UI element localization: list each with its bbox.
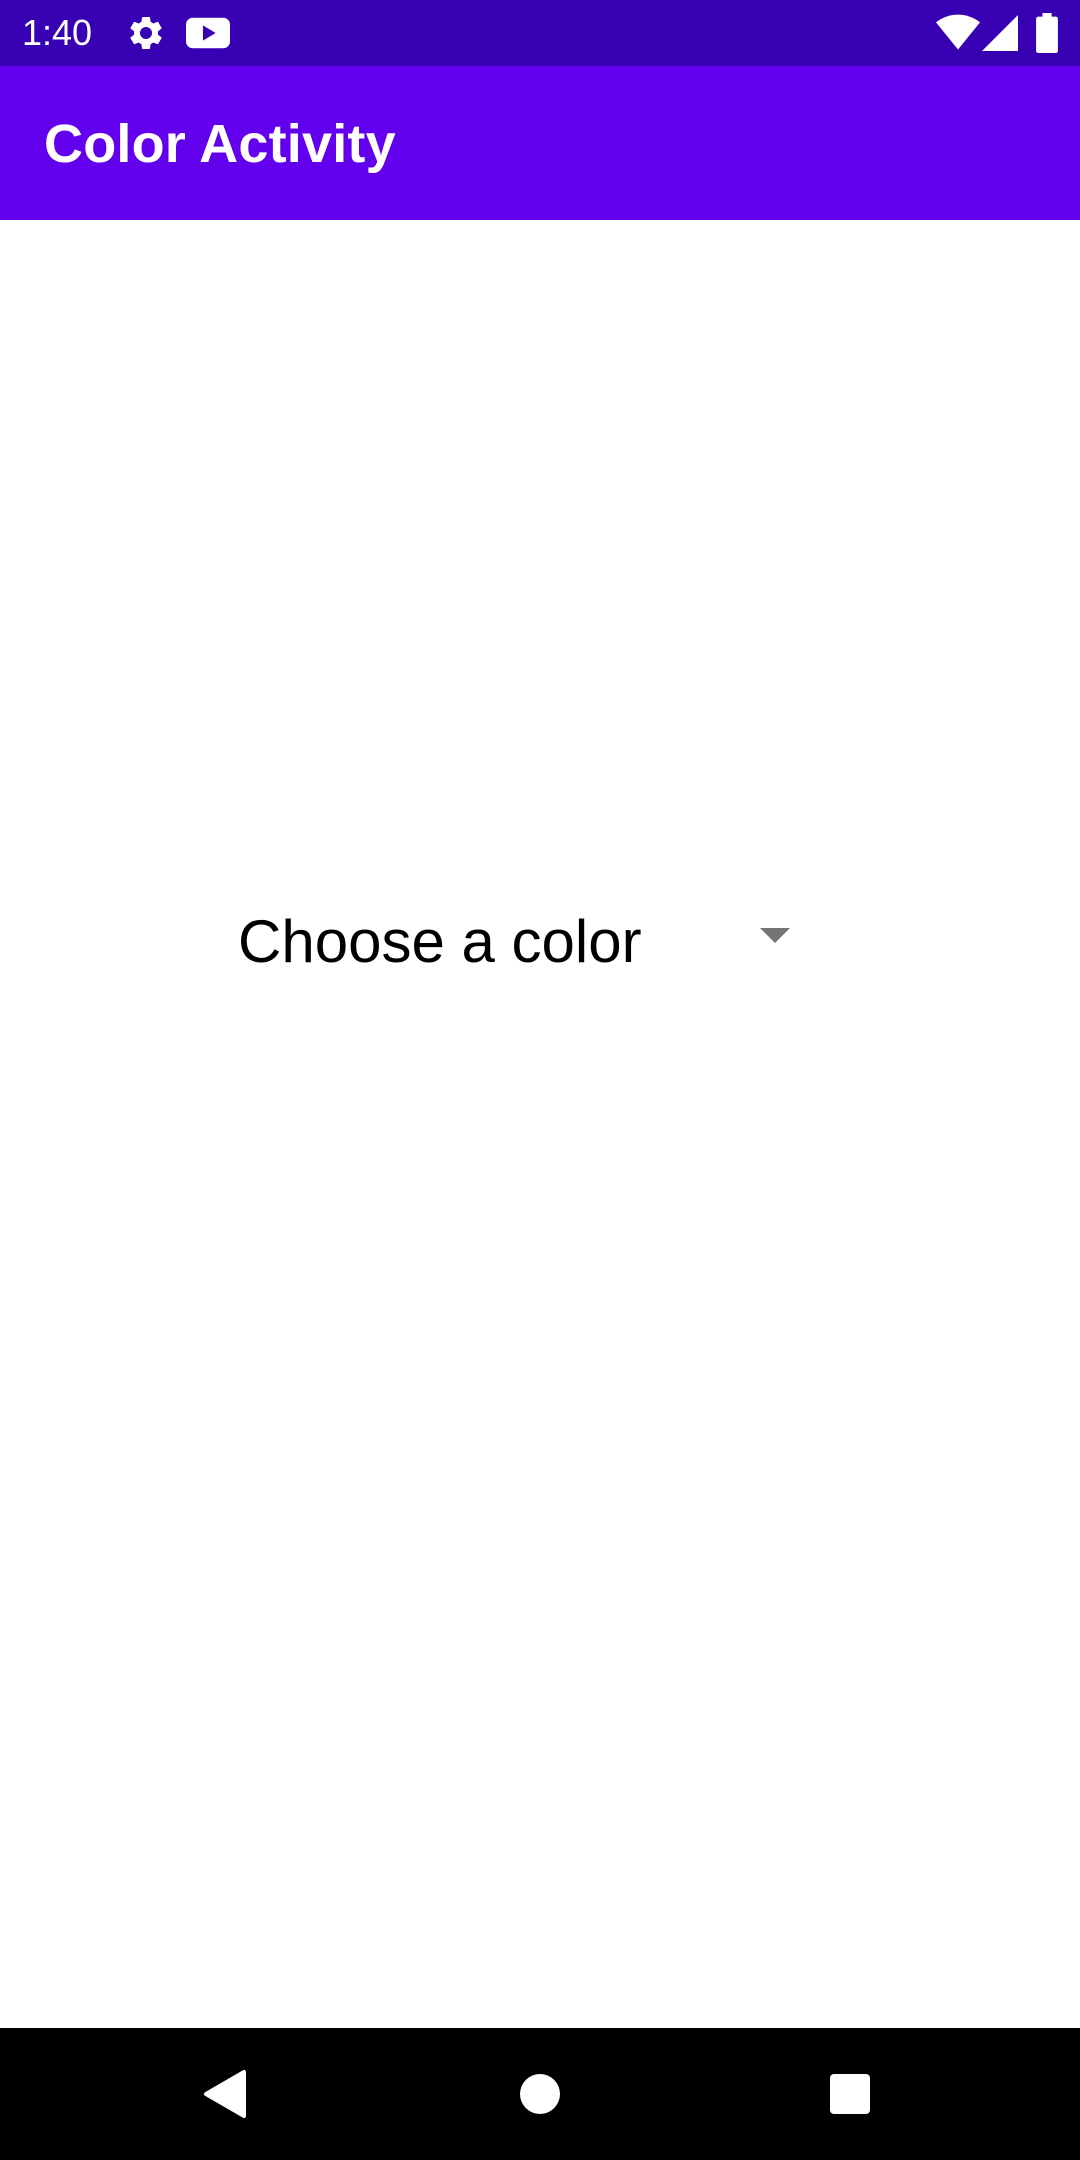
app-bar: Color Activity — [0, 66, 1080, 220]
home-icon[interactable] — [510, 2064, 570, 2124]
battery-icon — [1036, 13, 1058, 53]
navigation-bar — [0, 2028, 1080, 2160]
app-title: Color Activity — [44, 114, 396, 174]
screen: 1:40 Color Activity Choose a color — [0, 0, 1080, 2160]
spinner-selected-value: Choose a color — [238, 908, 642, 975]
color-spinner[interactable]: Choose a color — [226, 880, 826, 1000]
cell-signal-icon — [982, 15, 1018, 51]
gear-icon — [130, 16, 162, 49]
youtube-icon — [186, 17, 230, 49]
back-icon[interactable] — [198, 2064, 258, 2124]
status-bar: 1:40 — [0, 0, 1080, 66]
dropdown-arrow-icon — [760, 928, 790, 943]
content-area: Choose a color — [0, 220, 1080, 2028]
recents-icon[interactable] — [820, 2064, 880, 2124]
status-time: 1:40 — [22, 12, 93, 53]
wifi-icon — [936, 14, 980, 50]
